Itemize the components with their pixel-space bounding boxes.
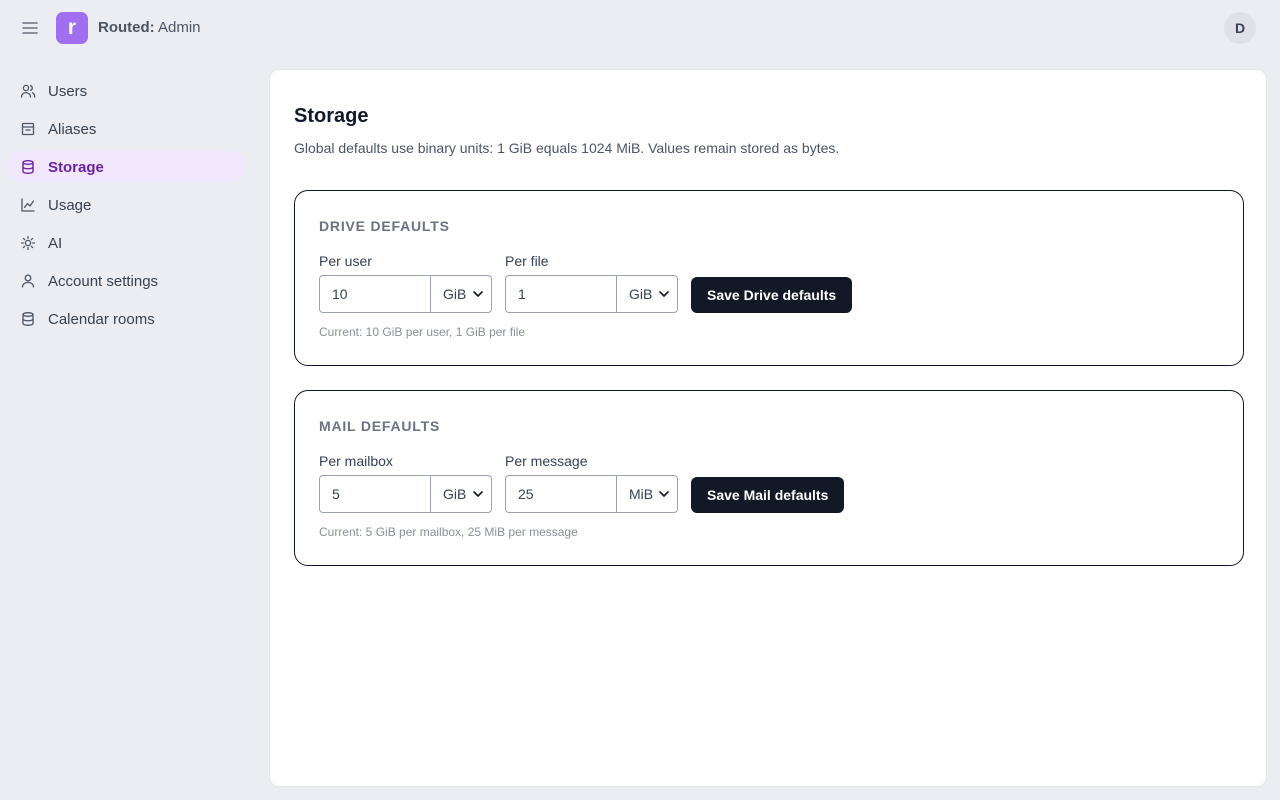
field-label: Per message — [505, 453, 588, 469]
users-icon — [20, 83, 36, 99]
card-title: DRIVE DEFAULTS — [319, 218, 450, 234]
user-avatar[interactable]: D — [1224, 12, 1256, 44]
per-mailbox-field: Per mailbox GiB — [319, 453, 492, 513]
menu-icon[interactable] — [20, 18, 40, 38]
per-file-input[interactable] — [505, 275, 617, 313]
chevron-down-icon — [473, 291, 483, 297]
sidebar-item-label: Usage — [48, 196, 92, 214]
unit-value: GiB — [629, 286, 653, 302]
per-user-input[interactable] — [319, 275, 431, 313]
field-label: Per file — [505, 253, 549, 269]
unit-value: MiB — [629, 486, 654, 502]
sidebar-item-label: Users — [48, 82, 88, 100]
sidebar-item-label: Account settings — [48, 272, 159, 290]
sidebar-item-ai[interactable]: AI — [8, 227, 246, 259]
per-user-unit-select[interactable]: GiB — [430, 275, 492, 313]
database-icon — [20, 311, 36, 327]
page-title: Storage — [294, 105, 369, 127]
sidebar-item-label: AI — [48, 234, 63, 252]
unit-value: GiB — [443, 486, 467, 502]
sidebar-item-storage[interactable]: Storage — [8, 151, 246, 183]
sidebar-item-calendar-rooms[interactable]: Calendar rooms — [8, 303, 246, 335]
drive-defaults-card: DRIVE DEFAULTS Per user GiB Per file GiB — [294, 190, 1244, 366]
card-title: MAIL DEFAULTS — [319, 418, 441, 434]
save-mail-defaults-button[interactable]: Save Mail defaults — [691, 477, 845, 513]
per-file-field: Per file GiB — [505, 253, 678, 313]
current-mail-summary: Current: 5 GiB per mailbox, 25 MiB per m… — [319, 525, 578, 539]
save-drive-defaults-button[interactable]: Save Drive defaults — [691, 277, 853, 313]
logo-letter: r — [67, 15, 77, 39]
per-file-unit-select[interactable]: GiB — [616, 275, 678, 313]
field-label: Per user — [319, 253, 372, 269]
chevron-down-icon — [659, 291, 669, 297]
sidebar: Users Aliases Storage Usage AI Account s… — [8, 75, 246, 341]
per-mailbox-unit-select[interactable]: GiB — [430, 475, 492, 513]
inbox-icon — [20, 121, 36, 137]
field-label: Per mailbox — [319, 453, 393, 469]
per-message-field: Per message MiB — [505, 453, 678, 513]
per-mailbox-input[interactable] — [319, 475, 431, 513]
per-message-unit-select[interactable]: MiB — [616, 475, 678, 513]
page-description: Global defaults use binary units: 1 GiB … — [294, 140, 840, 156]
sidebar-item-label: Storage — [48, 158, 104, 176]
sidebar-item-label: Calendar rooms — [48, 310, 155, 328]
per-user-field: Per user GiB — [319, 253, 492, 313]
sidebar-item-aliases[interactable]: Aliases — [8, 113, 246, 145]
top-bar: r Routed: Admin D — [0, 0, 1280, 56]
app-title: Routed: Admin — [98, 19, 201, 36]
main-panel: Storage Global defaults use binary units… — [269, 69, 1267, 787]
mail-defaults-card: MAIL DEFAULTS Per mailbox GiB Per messag… — [294, 390, 1244, 566]
database-icon — [20, 159, 36, 175]
current-drive-summary: Current: 10 GiB per user, 1 GiB per file — [319, 325, 526, 339]
user-icon — [20, 273, 36, 289]
sidebar-item-usage[interactable]: Usage — [8, 189, 246, 221]
sidebar-item-users[interactable]: Users — [8, 75, 246, 107]
chart-line-icon — [20, 197, 36, 213]
per-message-input[interactable] — [505, 475, 617, 513]
sun-icon — [20, 235, 36, 251]
app-subtitle: Admin — [154, 19, 201, 36]
sidebar-item-account-settings[interactable]: Account settings — [8, 265, 246, 297]
chevron-down-icon — [473, 491, 483, 497]
app-brand: Routed: — [98, 19, 155, 36]
unit-value: GiB — [443, 286, 467, 302]
app-logo[interactable]: r — [56, 12, 88, 44]
avatar-initial: D — [1234, 20, 1246, 36]
chevron-down-icon — [659, 491, 669, 497]
sidebar-item-label: Aliases — [48, 120, 97, 138]
